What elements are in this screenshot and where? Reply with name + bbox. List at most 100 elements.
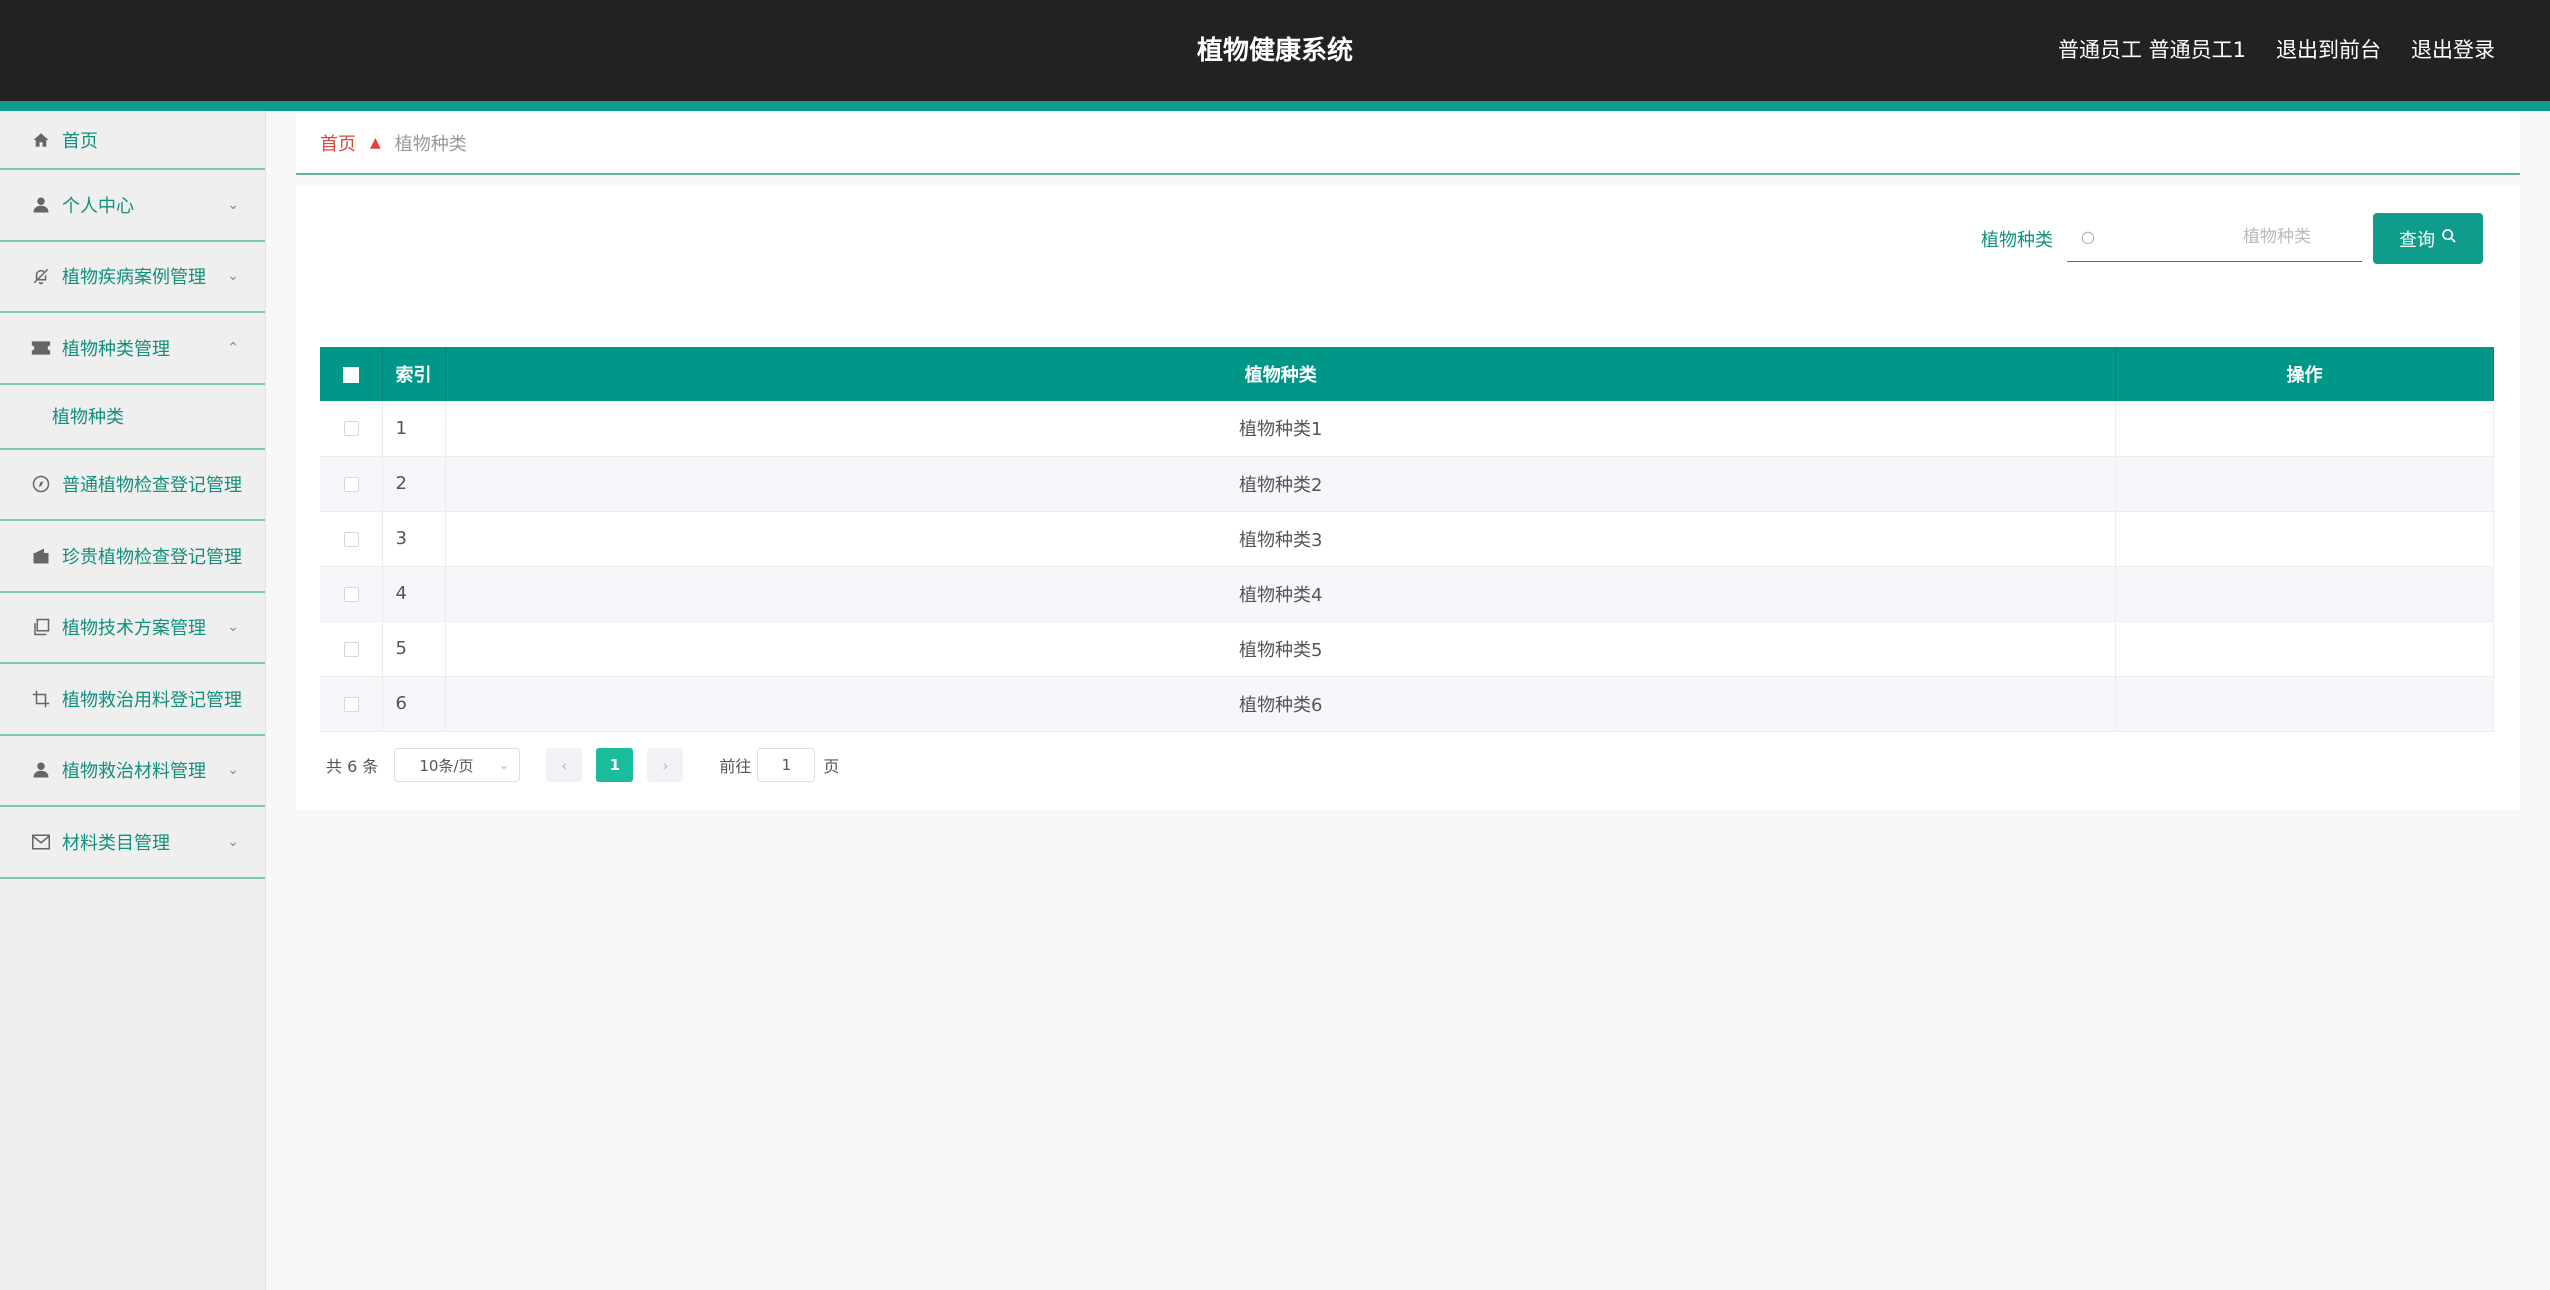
pagination: 共 6 条 10条/页 ⌄ ‹ 1 › 前往 页 [320,748,839,782]
sidebar-subitem-label: 植物种类 [52,407,124,428]
table-header-row: 索引 植物种类 操作 [320,347,2494,401]
search-field-wrapper: ○ [2067,212,2362,262]
sidebar-item-material-categories[interactable]: 材料类目管理 ⌄ [0,807,265,879]
sidebar-item-treatment-usage[interactable]: 植物救治用料登记管理 [0,664,265,736]
sidebar-item-label: 植物技术方案管理 [62,618,206,640]
row-actions [2115,566,2494,622]
row-index: 1 [382,401,447,457]
chevron-left-icon: ‹ [561,755,568,775]
row-checkbox[interactable] [343,696,359,712]
row-species: 植物种类1 [445,401,2117,457]
logout-link[interactable]: 退出登录 [2411,34,2495,64]
sidebar-item-label: 首页 [62,130,98,152]
select-all-cell [320,347,384,401]
row-check-cell [320,401,384,457]
user-icon [30,759,52,781]
page-size-select[interactable]: 10条/页 ⌄ [394,748,521,782]
table-row: 1 植物种类1 [320,401,2494,457]
sidebar-item-tech-plans[interactable]: 植物技术方案管理 ⌄ [0,593,265,664]
breadcrumb-home-link[interactable]: 首页 [320,130,356,156]
sidebar-item-rare-inspection[interactable]: 珍贵植物检查登记管理 [0,521,265,593]
home-icon [30,129,52,151]
search-label: 植物种类 [1981,230,2053,251]
row-species: 植物种类5 [445,621,2117,677]
header-index: 索引 [382,347,447,401]
row-index: 3 [382,511,447,567]
search-icon: ○ [2081,227,2095,246]
select-all-checkbox[interactable] [343,366,360,383]
row-checkbox[interactable] [343,421,359,437]
row-actions [2115,511,2494,567]
sidebar-subitem-plant-species[interactable]: 植物种类 [0,385,265,450]
page-size-value: 10条/页 [419,756,474,775]
table-row: 3 植物种类3 [320,511,2494,567]
compass-icon [30,473,52,495]
row-index: 2 [382,456,447,512]
sidebar-item-normal-inspection[interactable]: 普通植物检查登记管理 [0,450,265,521]
sidebar-item-label: 珍贵植物检查登记管理 [62,546,242,568]
crop-icon [30,688,52,710]
row-check-cell [320,511,384,567]
row-species: 植物种类3 [445,511,2117,567]
next-page-button[interactable]: › [647,748,684,782]
table-row: 5 植物种类5 [320,621,2494,677]
row-index: 6 [382,676,447,732]
table-row: 6 植物种类6 [320,676,2494,732]
chevron-down-icon: ⌄ [227,833,239,850]
sidebar-item-label: 植物种类管理 [62,338,170,360]
search-input[interactable] [2094,226,2335,247]
row-actions [2115,456,2494,512]
row-check-cell [320,566,384,622]
sidebar-item-label: 个人中心 [62,195,134,217]
row-checkbox[interactable] [343,531,359,547]
ticket-icon [30,337,52,359]
main-content-card: 植物种类 ○ 查询 索引 植物种类 操作 1 植物种类1 [296,186,2520,810]
row-actions [2115,676,2494,732]
table-row: 4 植物种类4 [320,566,2494,622]
row-index: 4 [382,566,447,622]
sidebar-item-plant-species[interactable]: 植物种类管理 ⌃ [0,313,265,385]
chevron-right-icon: › [662,755,669,775]
sidebar-item-home[interactable]: 首页 [0,111,265,170]
row-checkbox[interactable] [343,641,359,657]
goto-suffix: 页 [823,757,840,776]
header-actions: 操作 [2115,347,2494,401]
sidebar: 首页 个人中心 ⌄ 植物疾病案例管理 ⌄ 植物种类管理 ⌃ 植物种类 普通植物检… [0,111,266,1290]
mail-icon [30,831,52,853]
goto-page-input[interactable] [757,748,816,782]
prev-page-button[interactable]: ‹ [546,748,583,782]
sidebar-item-disease-cases[interactable]: 植物疾病案例管理 ⌄ [0,242,265,313]
header-actions: 普通员工 普通员工1 退出到前台 退出登录 [2058,34,2495,64]
breadcrumb: 首页 ▲ 植物种类 [296,113,2520,175]
user-icon [30,194,52,216]
sidebar-item-label: 植物疾病案例管理 [62,267,206,289]
row-species: 植物种类2 [445,456,2117,512]
pagination-total: 共 6 条 [326,757,379,776]
exit-to-front-link[interactable]: 退出到前台 [2276,34,2381,64]
chevron-down-icon: ⌄ [227,196,239,213]
chevron-down-icon: ⌄ [227,268,239,285]
row-checkbox[interactable] [343,476,359,492]
row-species: 植物种类6 [445,676,2117,732]
sidebar-item-label: 普通植物检查登记管理 [62,475,242,497]
row-check-cell [320,621,384,677]
top-header: 植物健康系统 普通员工 普通员工1 退出到前台 退出登录 [0,0,2550,101]
sidebar-item-label: 植物救治用料登记管理 [62,689,242,711]
row-checkbox[interactable] [343,586,359,602]
current-user: 普通员工 普通员工1 [2057,38,2246,62]
page-number-button[interactable]: 1 [596,748,634,782]
table-row: 2 植物种类2 [320,456,2494,512]
sidebar-item-treatment-materials[interactable]: 植物救治材料管理 ⌄ [0,736,265,807]
search-icon [2441,228,2457,249]
breadcrumb-separator-icon: ▲ [370,135,381,151]
header-species: 植物种类 [445,347,2117,401]
plant-species-table: 索引 植物种类 操作 1 植物种类1 2 植物种类2 3 植物种类3 4 植物种… [320,347,2494,732]
breadcrumb-current: 植物种类 [394,134,467,155]
wallet-icon [30,545,52,567]
row-check-cell [320,676,384,732]
goto-label: 前往 [719,757,752,776]
search-button[interactable]: 查询 [2373,213,2483,264]
row-actions [2115,621,2494,677]
chevron-down-icon: ⌄ [227,762,239,779]
sidebar-item-profile[interactable]: 个人中心 ⌄ [0,170,265,242]
